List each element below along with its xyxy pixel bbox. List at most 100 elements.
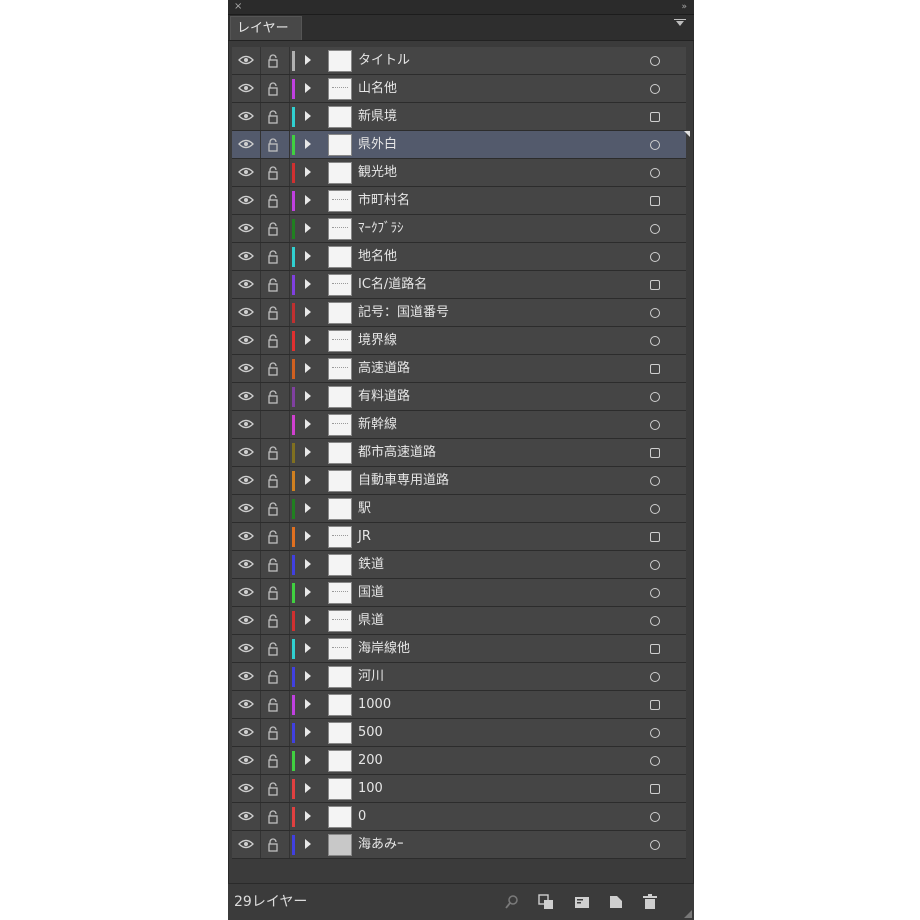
layer-name[interactable]: 新幹線 <box>358 411 397 438</box>
visibility-eye-icon[interactable] <box>232 607 261 634</box>
layer-row[interactable]: 海岸線他 <box>232 635 686 663</box>
visibility-eye-icon[interactable] <box>232 719 261 746</box>
expand-triangle-icon[interactable] <box>305 335 311 345</box>
visibility-eye-icon[interactable] <box>232 663 261 690</box>
target-icon[interactable] <box>650 616 660 626</box>
layer-row[interactable]: 海あみｰ <box>232 831 686 859</box>
target-icon[interactable] <box>650 140 660 150</box>
locate-object-icon[interactable] <box>504 894 520 910</box>
lock-icon[interactable] <box>261 663 290 690</box>
visibility-eye-icon[interactable] <box>232 495 261 522</box>
collapse-icon[interactable]: » <box>681 1 686 13</box>
visibility-eye-icon[interactable] <box>232 747 261 774</box>
expand-triangle-icon[interactable] <box>305 671 311 681</box>
layer-row[interactable]: 河川 <box>232 663 686 691</box>
visibility-eye-icon[interactable] <box>232 803 261 830</box>
lock-icon[interactable] <box>261 47 290 74</box>
target-icon[interactable] <box>650 448 660 458</box>
expand-triangle-icon[interactable] <box>305 615 311 625</box>
visibility-eye-icon[interactable] <box>232 355 261 382</box>
visibility-eye-icon[interactable] <box>232 75 261 102</box>
target-icon[interactable] <box>650 812 660 822</box>
layer-row[interactable]: 観光地 <box>232 159 686 187</box>
visibility-eye-icon[interactable] <box>232 299 261 326</box>
expand-triangle-icon[interactable] <box>305 503 311 513</box>
target-icon[interactable] <box>650 392 660 402</box>
lock-icon[interactable] <box>261 187 290 214</box>
lock-icon[interactable] <box>261 243 290 270</box>
visibility-eye-icon[interactable] <box>232 439 261 466</box>
lock-icon[interactable] <box>261 579 290 606</box>
expand-triangle-icon[interactable] <box>305 391 311 401</box>
visibility-eye-icon[interactable] <box>232 187 261 214</box>
layer-row[interactable]: 新幹線 <box>232 411 686 439</box>
target-icon[interactable] <box>650 224 660 234</box>
visibility-eye-icon[interactable] <box>232 691 261 718</box>
target-icon[interactable] <box>650 308 660 318</box>
target-icon[interactable] <box>650 56 660 66</box>
make-clipping-mask-icon[interactable] <box>538 894 554 910</box>
expand-triangle-icon[interactable] <box>305 643 311 653</box>
layer-name[interactable]: 海岸線他 <box>358 635 410 662</box>
target-icon[interactable] <box>650 644 660 654</box>
visibility-eye-icon[interactable] <box>232 215 261 242</box>
layer-name[interactable]: 市町村名 <box>358 187 410 214</box>
layer-name[interactable]: 境界線 <box>358 327 397 354</box>
lock-icon[interactable] <box>261 691 290 718</box>
layer-name[interactable]: 都市高速道路 <box>358 439 436 466</box>
layer-row[interactable]: 鉄道 <box>232 551 686 579</box>
target-icon[interactable] <box>650 112 660 122</box>
lock-icon[interactable] <box>261 607 290 634</box>
visibility-eye-icon[interactable] <box>232 103 261 130</box>
layer-row[interactable]: タイトル <box>232 47 686 75</box>
visibility-eye-icon[interactable] <box>232 523 261 550</box>
visibility-eye-icon[interactable] <box>232 271 261 298</box>
lock-icon[interactable] <box>261 131 290 158</box>
layer-name[interactable]: 県外白 <box>358 131 397 158</box>
layer-name[interactable]: 有料道路 <box>358 383 410 410</box>
trash-icon[interactable] <box>642 894 658 910</box>
layer-name[interactable]: 県道 <box>358 607 384 634</box>
expand-triangle-icon[interactable] <box>305 363 311 373</box>
layer-name[interactable]: 新県境 <box>358 103 397 130</box>
visibility-eye-icon[interactable] <box>232 131 261 158</box>
resize-handle-icon[interactable] <box>684 910 692 918</box>
layer-row[interactable]: 0 <box>232 803 686 831</box>
layer-row[interactable]: 高速道路 <box>232 355 686 383</box>
layer-row[interactable]: IC名/道路名 <box>232 271 686 299</box>
layer-name[interactable]: 地名他 <box>358 243 397 270</box>
lock-icon[interactable] <box>261 775 290 802</box>
lock-icon[interactable] <box>261 75 290 102</box>
expand-triangle-icon[interactable] <box>305 699 311 709</box>
layer-row[interactable]: 県道 <box>232 607 686 635</box>
layer-row[interactable]: 有料道路 <box>232 383 686 411</box>
layer-name[interactable]: 観光地 <box>358 159 397 186</box>
layer-row[interactable]: ﾏｰｸﾌﾞﾗｼ <box>232 215 686 243</box>
layer-row[interactable]: 記号：国道番号 <box>232 299 686 327</box>
expand-triangle-icon[interactable] <box>305 279 311 289</box>
layer-row[interactable]: 境界線 <box>232 327 686 355</box>
visibility-eye-icon[interactable] <box>232 47 261 74</box>
layer-row[interactable]: 山名他 <box>232 75 686 103</box>
lock-icon[interactable] <box>261 747 290 774</box>
lock-icon[interactable] <box>261 299 290 326</box>
panel-menu-icon[interactable] <box>674 19 686 32</box>
layer-name[interactable]: JR <box>358 523 371 550</box>
visibility-eye-icon[interactable] <box>232 635 261 662</box>
layer-row[interactable]: 国道 <box>232 579 686 607</box>
new-layer-icon[interactable] <box>608 894 624 910</box>
expand-triangle-icon[interactable] <box>305 223 311 233</box>
expand-triangle-icon[interactable] <box>305 139 311 149</box>
target-icon[interactable] <box>650 700 660 710</box>
layer-name[interactable]: 1000 <box>358 691 391 718</box>
lock-icon[interactable] <box>261 523 290 550</box>
layer-row[interactable]: 自動車専用道路 <box>232 467 686 495</box>
lock-icon[interactable] <box>261 831 290 858</box>
expand-triangle-icon[interactable] <box>305 811 311 821</box>
layer-row[interactable]: 地名他 <box>232 243 686 271</box>
expand-triangle-icon[interactable] <box>305 727 311 737</box>
lock-icon[interactable] <box>261 719 290 746</box>
visibility-eye-icon[interactable] <box>232 551 261 578</box>
lock-icon[interactable] <box>261 159 290 186</box>
target-icon[interactable] <box>650 168 660 178</box>
